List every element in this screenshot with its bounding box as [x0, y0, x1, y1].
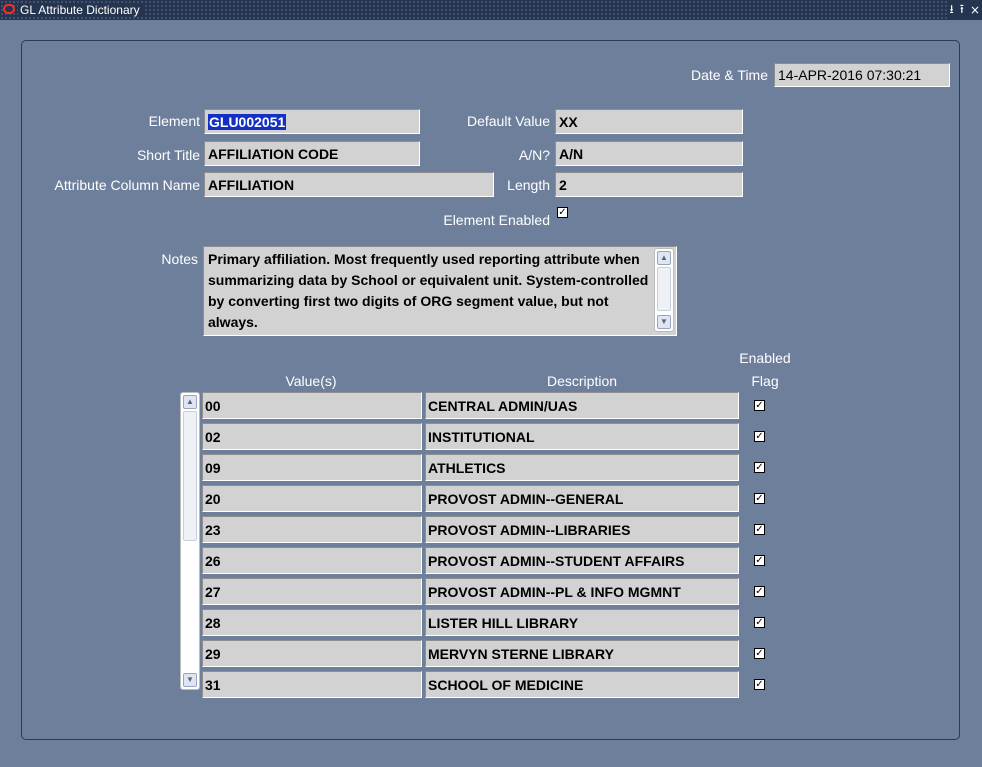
table-row: 20 PROVOST ADMIN--GENERAL ✓: [0, 485, 982, 512]
maximize-icon[interactable]: ⭱: [960, 0, 964, 21]
length-field[interactable]: 2: [555, 172, 743, 197]
table-row: 09 ATHLETICS ✓: [0, 454, 982, 481]
default-value-label: Default Value: [466, 113, 550, 129]
description-cell[interactable]: ATHLETICS: [425, 454, 739, 481]
value-cell[interactable]: 27: [202, 578, 422, 605]
window-controls: ⭳ ⭱ ×: [947, 0, 982, 21]
description-cell[interactable]: MERVYN STERNE LIBRARY: [425, 640, 739, 667]
short-title-label: Short Title: [136, 147, 200, 163]
table-row: 02 INSTITUTIONAL ✓: [0, 423, 982, 450]
enabled-flag-checkbox[interactable]: ✓: [754, 431, 765, 442]
short-title-field[interactable]: AFFILIATION CODE: [204, 141, 420, 166]
description-cell[interactable]: INSTITUTIONAL: [425, 423, 739, 450]
close-icon[interactable]: ×: [970, 3, 980, 17]
table-row: 00 CENTRAL ADMIN/UAS ✓: [0, 392, 982, 419]
attribute-column-name-field[interactable]: AFFILIATION: [204, 172, 494, 197]
enabled-flag-checkbox[interactable]: ✓: [754, 400, 765, 411]
table-row: 31 SCHOOL OF MEDICINE ✓: [0, 671, 982, 698]
notes-label: Notes: [161, 251, 198, 267]
col-header-enabled: Enabled: [739, 350, 791, 366]
value-cell[interactable]: 28: [202, 609, 422, 636]
value-cell[interactable]: 29: [202, 640, 422, 667]
value-cell[interactable]: 02: [202, 423, 422, 450]
title-bar[interactable]: GL Attribute Dictionary ⭳ ⭱ ×: [0, 0, 982, 20]
description-cell[interactable]: LISTER HILL LIBRARY: [425, 609, 739, 636]
table-row: 27 PROVOST ADMIN--PL & INFO MGMNT ✓: [0, 578, 982, 605]
value-cell[interactable]: 26: [202, 547, 422, 574]
enabled-flag-checkbox[interactable]: ✓: [754, 648, 765, 659]
description-cell[interactable]: PROVOST ADMIN--GENERAL: [425, 485, 739, 512]
scroll-up-icon[interactable]: ▲: [657, 251, 671, 265]
oracle-logo-icon: [3, 4, 15, 14]
element-field[interactable]: GLU002051: [204, 109, 420, 134]
datetime-label: Date & Time: [690, 67, 768, 83]
notes-text: Primary affiliation. Most frequently use…: [208, 251, 649, 330]
value-cell[interactable]: 00: [202, 392, 422, 419]
enabled-flag-checkbox[interactable]: ✓: [754, 617, 765, 628]
description-cell[interactable]: PROVOST ADMIN--STUDENT AFFAIRS: [425, 547, 739, 574]
datetime-field: 14-APR-2016 07:30:21: [774, 63, 950, 87]
scroll-thumb[interactable]: [657, 267, 671, 311]
notes-textarea[interactable]: Primary affiliation. Most frequently use…: [203, 246, 677, 336]
enabled-flag-checkbox[interactable]: ✓: [754, 586, 765, 597]
col-header-description: Description: [546, 373, 618, 389]
value-cell[interactable]: 23: [202, 516, 422, 543]
table-row: 29 MERVYN STERNE LIBRARY ✓: [0, 640, 982, 667]
default-value-field[interactable]: XX: [555, 109, 743, 134]
enabled-flag-checkbox[interactable]: ✓: [754, 462, 765, 473]
enabled-flag-checkbox[interactable]: ✓: [754, 555, 765, 566]
element-enabled-checkbox[interactable]: ✓: [557, 207, 568, 218]
value-cell[interactable]: 09: [202, 454, 422, 481]
col-header-flag: Flag: [751, 373, 779, 389]
minimize-icon[interactable]: ⭳: [950, 0, 954, 21]
table-row: 26 PROVOST ADMIN--STUDENT AFFAIRS ✓: [0, 547, 982, 574]
enabled-flag-checkbox[interactable]: ✓: [754, 524, 765, 535]
notes-scrollbar[interactable]: ▲ ▼: [654, 248, 674, 332]
length-label: Length: [507, 177, 550, 193]
enabled-flag-checkbox[interactable]: ✓: [754, 679, 765, 690]
an-label: A/N?: [518, 147, 550, 163]
table-row: 23 PROVOST ADMIN--LIBRARIES ✓: [0, 516, 982, 543]
element-value: GLU002051: [208, 114, 287, 130]
element-label: Element: [148, 113, 200, 129]
description-cell[interactable]: PROVOST ADMIN--LIBRARIES: [425, 516, 739, 543]
description-cell[interactable]: CENTRAL ADMIN/UAS: [425, 392, 739, 419]
element-enabled-label: Element Enabled: [443, 212, 550, 228]
enabled-flag-checkbox[interactable]: ✓: [754, 493, 765, 504]
an-field[interactable]: A/N: [555, 141, 743, 166]
col-header-values: Value(s): [285, 373, 337, 389]
description-cell[interactable]: PROVOST ADMIN--PL & INFO MGMNT: [425, 578, 739, 605]
scroll-down-icon[interactable]: ▼: [657, 315, 671, 329]
description-cell[interactable]: SCHOOL OF MEDICINE: [425, 671, 739, 698]
value-cell[interactable]: 20: [202, 485, 422, 512]
window-title: GL Attribute Dictionary: [18, 3, 144, 17]
attribute-column-name-label: Attribute Column Name: [54, 177, 200, 193]
value-cell[interactable]: 31: [202, 671, 422, 698]
table-row: 28 LISTER HILL LIBRARY ✓: [0, 609, 982, 636]
